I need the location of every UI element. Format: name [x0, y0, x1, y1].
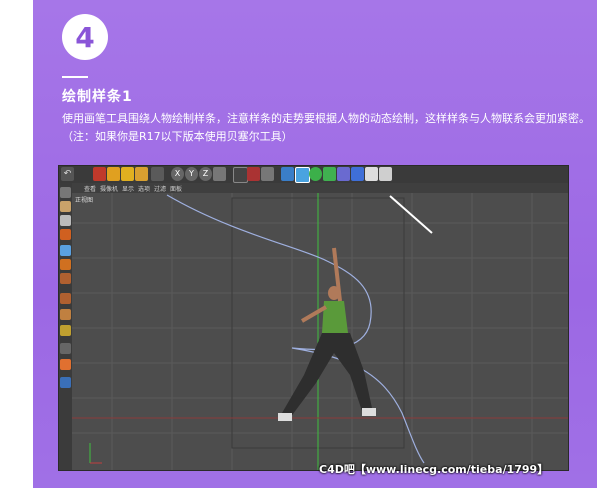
workplane-icon[interactable]	[60, 309, 71, 320]
x-axis-icon[interactable]: X	[171, 167, 184, 181]
menu-view[interactable]: 查看	[84, 184, 96, 193]
spline-curve	[166, 194, 425, 464]
pen-icon[interactable]	[295, 167, 310, 183]
grid-icon[interactable]	[60, 343, 71, 354]
axis-gizmo	[89, 443, 102, 464]
axis-mode-icon[interactable]	[60, 273, 71, 284]
step-number: 4	[75, 20, 95, 54]
world-icon[interactable]	[151, 167, 164, 181]
polygons-mode-icon[interactable]	[60, 259, 71, 270]
undo-icon[interactable]: ↶	[61, 167, 74, 181]
viewport-grid	[72, 193, 568, 470]
light-icon[interactable]	[379, 167, 392, 181]
z-axis-icon[interactable]: Z	[199, 167, 212, 181]
dancer-figure	[278, 247, 376, 421]
c4d-window: ↶ X Y Z 查看 摄像机 显示 选项 过滤 面板 正视图	[58, 165, 569, 471]
sphere-icon[interactable]	[309, 167, 322, 181]
tweak-icon[interactable]	[60, 359, 71, 370]
coord-system-icon[interactable]	[213, 167, 226, 181]
checker-icon[interactable]	[60, 215, 71, 226]
watermark: C4D吧【www.linecg.com/tieba/1799】	[319, 463, 549, 476]
render-settings-icon[interactable]	[261, 167, 274, 181]
deformer-icon[interactable]	[337, 167, 350, 181]
model-mode-icon[interactable]	[60, 187, 71, 198]
texture-mode-icon[interactable]	[60, 201, 71, 212]
viewport-label: 正视图	[75, 197, 94, 204]
render-view-icon[interactable]	[247, 167, 260, 181]
main-toolbar: ↶ X Y Z	[59, 166, 568, 183]
step-description: 使用画笔工具围绕人物绘制样条，注意样条的走势要根据人物的动态绘制，这样样条与人物…	[62, 112, 590, 143]
step-badge: 4	[62, 14, 108, 60]
scene-icon[interactable]	[365, 167, 378, 181]
pointer-arrow	[389, 195, 433, 234]
camera-icon[interactable]	[351, 167, 364, 181]
title-divider	[62, 76, 88, 78]
viewport-canvas	[72, 193, 568, 470]
front-viewport[interactable]: 正视图	[72, 193, 568, 470]
menu-display[interactable]: 显示	[122, 184, 134, 193]
snap-icon[interactable]	[60, 293, 71, 304]
menu-camera[interactable]: 摄像机	[100, 184, 118, 193]
menu-filter[interactable]: 过滤	[154, 184, 166, 193]
menu-options[interactable]: 选项	[138, 184, 150, 193]
nurbs-icon[interactable]	[323, 167, 336, 181]
menu-panel[interactable]: 面板	[170, 184, 182, 193]
left-toolbar	[59, 183, 72, 470]
viewport-menu: 查看 摄像机 显示 选项 过滤 面板	[72, 183, 568, 193]
points-mode-icon[interactable]	[60, 229, 71, 240]
move-icon[interactable]	[93, 167, 106, 181]
select-icon[interactable]	[135, 167, 148, 181]
cube-icon[interactable]	[281, 167, 294, 181]
rotate-icon[interactable]	[121, 167, 134, 181]
step-title: 绘制样条1	[62, 89, 133, 105]
edges-mode-icon[interactable]	[60, 245, 71, 256]
sculpt-icon[interactable]	[60, 377, 71, 388]
lock-icon[interactable]	[60, 325, 71, 336]
y-axis-icon[interactable]: Y	[185, 167, 198, 181]
scale-icon[interactable]	[107, 167, 120, 181]
render-icon[interactable]	[233, 167, 248, 183]
